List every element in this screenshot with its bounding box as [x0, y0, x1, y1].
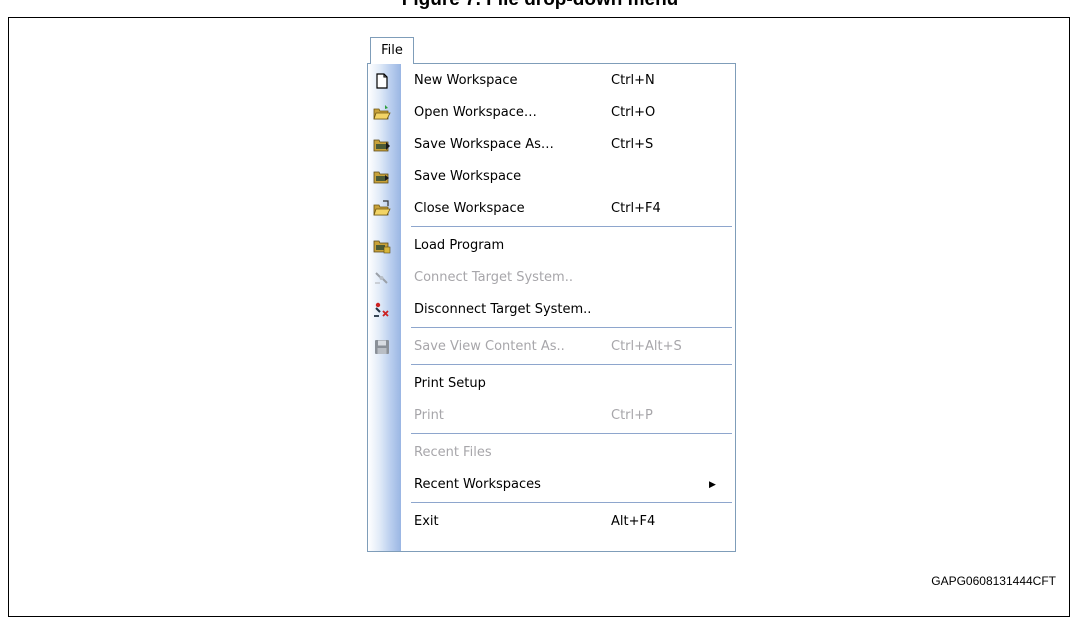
- disconnect-target-icon: [373, 301, 391, 319]
- submenu-arrow-icon: ▶: [709, 480, 716, 490]
- menu-item-disconnect-target-system[interactable]: Disconnect Target System..: [368, 294, 735, 326]
- menu-item-save-view-content-as[interactable]: Save View Content As.. Ctrl+Alt+S: [368, 331, 735, 363]
- menu-item-recent-files[interactable]: Recent Files: [368, 437, 735, 469]
- file-dropdown-menu: New Workspace Ctrl+N Open Workspace… Ctr…: [367, 63, 736, 552]
- menu-item-connect-target-system[interactable]: Connect Target System..: [368, 262, 735, 294]
- open-folder-icon: [373, 104, 391, 122]
- menu-item-recent-workspaces[interactable]: Recent Workspaces ▶: [368, 469, 735, 501]
- menu-item-new-workspace[interactable]: New Workspace Ctrl+N: [368, 65, 735, 97]
- menu-item-open-workspace[interactable]: Open Workspace… Ctrl+O: [368, 97, 735, 129]
- menu-item-close-workspace[interactable]: Close Workspace Ctrl+F4: [368, 193, 735, 225]
- menu-item-print-setup[interactable]: Print Setup: [368, 368, 735, 400]
- figure-code: GAPG0608131444CFT: [931, 574, 1056, 588]
- load-program-icon: [373, 237, 391, 255]
- menu-item-exit[interactable]: Exit Alt+F4: [368, 506, 735, 538]
- floppy-disk-icon: [373, 338, 391, 356]
- figure-caption: Figure 7. File drop-down menu: [0, 0, 1080, 10]
- save-workspace-as-icon: [373, 136, 391, 154]
- menu-item-save-workspace[interactable]: Save Workspace: [368, 161, 735, 193]
- menu-item-print[interactable]: Print Ctrl+P: [368, 400, 735, 432]
- menu-item-load-program[interactable]: Load Program: [368, 230, 735, 262]
- close-workspace-icon: [373, 200, 391, 218]
- connect-target-icon: [373, 269, 391, 287]
- file-menu-tab[interactable]: File: [370, 37, 414, 64]
- save-workspace-icon: [373, 168, 391, 186]
- new-document-icon: [373, 72, 391, 90]
- menu-item-save-workspace-as[interactable]: Save Workspace As… Ctrl+S: [368, 129, 735, 161]
